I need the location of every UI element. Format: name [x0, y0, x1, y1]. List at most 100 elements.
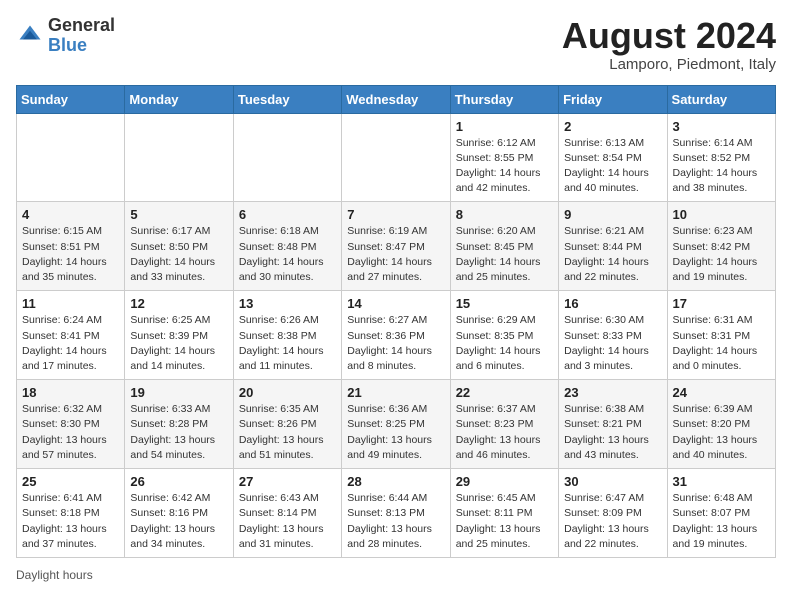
calendar-cell: 13Sunrise: 6:26 AM Sunset: 8:38 PM Dayli… [233, 291, 341, 380]
day-number: 26 [130, 474, 227, 489]
day-info: Sunrise: 6:20 AM Sunset: 8:45 PM Dayligh… [456, 224, 553, 285]
day-info: Sunrise: 6:44 AM Sunset: 8:13 PM Dayligh… [347, 491, 444, 552]
day-info: Sunrise: 6:42 AM Sunset: 8:16 PM Dayligh… [130, 491, 227, 552]
calendar-cell: 21 Sunrise: 6:36 AM Sunset: 8:25 PM Dayli… [342, 380, 450, 469]
day-info: Sunrise: 6:33 AM Sunset: 8:28 PM Dayligh… [130, 402, 227, 463]
day-number: 9 [564, 207, 661, 222]
calendar-cell: 24 Sunrise: 6:39 AM Sunset: 8:20 PM Dayli… [667, 380, 775, 469]
day-info: Sunrise: 6:25 AM Sunset: 8:39 PM Dayligh… [130, 313, 227, 374]
logo-icon [16, 22, 44, 50]
calendar-cell: 28 Sunrise: 6:44 AM Sunset: 8:13 PM Dayli… [342, 469, 450, 558]
calendar-day-header: Saturday [667, 85, 775, 113]
day-number: 16 [564, 296, 661, 311]
day-info: Sunrise: 6:38 AM Sunset: 8:21 PM Dayligh… [564, 402, 661, 463]
day-info: Sunrise: 6:12 AM Sunset: 8:55 PM Dayligh… [456, 136, 553, 197]
calendar-cell [17, 113, 125, 202]
day-number: 6 [239, 207, 336, 222]
calendar-cell: 22 Sunrise: 6:37 AM Sunset: 8:23 PM Dayli… [450, 380, 558, 469]
calendar-cell: 20 Sunrise: 6:35 AM Sunset: 8:26 PM Dayli… [233, 380, 341, 469]
calendar-cell: 10 Sunrise: 6:23 AM Sunset: 8:42 PM Dayli… [667, 202, 775, 291]
day-info: Sunrise: 6:32 AM Sunset: 8:30 PM Dayligh… [22, 402, 119, 463]
calendar-cell [233, 113, 341, 202]
logo-general: General [48, 16, 115, 36]
day-info: Sunrise: 6:19 AM Sunset: 8:47 PM Dayligh… [347, 224, 444, 285]
day-number: 23 [564, 385, 661, 400]
calendar-cell: 19Sunrise: 6:33 AM Sunset: 8:28 PM Dayli… [125, 380, 233, 469]
calendar-cell: 8 Sunrise: 6:20 AM Sunset: 8:45 PM Daylig… [450, 202, 558, 291]
day-info: Sunrise: 6:35 AM Sunset: 8:26 PM Dayligh… [239, 402, 336, 463]
day-info: Sunrise: 6:31 AM Sunset: 8:31 PM Dayligh… [673, 313, 770, 374]
day-number: 14 [347, 296, 444, 311]
calendar-header-row: SundayMondayTuesdayWednesdayThursdayFrid… [17, 85, 776, 113]
calendar-day-header: Sunday [17, 85, 125, 113]
calendar-day-header: Wednesday [342, 85, 450, 113]
calendar-week-row: 11Sunrise: 6:24 AM Sunset: 8:41 PM Dayli… [17, 291, 776, 380]
title-block: August 2024 Lamporo, Piedmont, Italy [562, 16, 776, 73]
calendar-cell: 17 Sunrise: 6:31 AM Sunset: 8:31 PM Dayli… [667, 291, 775, 380]
day-number: 30 [564, 474, 661, 489]
calendar-table: SundayMondayTuesdayWednesdayThursdayFrid… [16, 85, 776, 558]
day-number: 2 [564, 119, 661, 134]
day-number: 28 [347, 474, 444, 489]
day-number: 13 [239, 296, 336, 311]
month-year: August 2024 [562, 16, 776, 56]
day-number: 25 [22, 474, 119, 489]
calendar-cell: 3Sunrise: 6:14 AM Sunset: 8:52 PM Daylig… [667, 113, 775, 202]
day-number: 4 [22, 207, 119, 222]
day-number: 1 [456, 119, 553, 134]
day-info: Sunrise: 6:36 AM Sunset: 8:25 PM Dayligh… [347, 402, 444, 463]
calendar-day-header: Monday [125, 85, 233, 113]
day-info: Sunrise: 6:30 AM Sunset: 8:33 PM Dayligh… [564, 313, 661, 374]
calendar-cell: 16 Sunrise: 6:30 AM Sunset: 8:33 PM Dayli… [559, 291, 667, 380]
logo: General Blue [16, 16, 115, 56]
day-info: Sunrise: 6:21 AM Sunset: 8:44 PM Dayligh… [564, 224, 661, 285]
calendar-cell: 31Sunrise: 6:48 AM Sunset: 8:07 PM Dayli… [667, 469, 775, 558]
location: Lamporo, Piedmont, Italy [562, 56, 776, 73]
calendar-cell: 9 Sunrise: 6:21 AM Sunset: 8:44 PM Daylig… [559, 202, 667, 291]
day-number: 5 [130, 207, 227, 222]
day-number: 15 [456, 296, 553, 311]
calendar-cell: 4Sunrise: 6:15 AM Sunset: 8:51 PM Daylig… [17, 202, 125, 291]
day-info: Sunrise: 6:41 AM Sunset: 8:18 PM Dayligh… [22, 491, 119, 552]
day-number: 31 [673, 474, 770, 489]
calendar-cell: 29 Sunrise: 6:45 AM Sunset: 8:11 PM Dayli… [450, 469, 558, 558]
day-number: 29 [456, 474, 553, 489]
calendar-day-header: Tuesday [233, 85, 341, 113]
logo-blue: Blue [48, 36, 115, 56]
calendar-day-header: Thursday [450, 85, 558, 113]
calendar-cell [342, 113, 450, 202]
day-info: Sunrise: 6:45 AM Sunset: 8:11 PM Dayligh… [456, 491, 553, 552]
day-number: 21 [347, 385, 444, 400]
calendar-cell: 12Sunrise: 6:25 AM Sunset: 8:39 PM Dayli… [125, 291, 233, 380]
day-info: Sunrise: 6:47 AM Sunset: 8:09 PM Dayligh… [564, 491, 661, 552]
day-info: Sunrise: 6:27 AM Sunset: 8:36 PM Dayligh… [347, 313, 444, 374]
calendar-cell: 15 Sunrise: 6:29 AM Sunset: 8:35 PM Dayli… [450, 291, 558, 380]
calendar-cell: 14 Sunrise: 6:27 AM Sunset: 8:36 PM Dayli… [342, 291, 450, 380]
day-number: 7 [347, 207, 444, 222]
day-number: 8 [456, 207, 553, 222]
day-number: 24 [673, 385, 770, 400]
calendar-cell: 26 Sunrise: 6:42 AM Sunset: 8:16 PM Dayli… [125, 469, 233, 558]
calendar-week-row: 25 Sunrise: 6:41 AM Sunset: 8:18 PM Dayli… [17, 469, 776, 558]
day-number: 20 [239, 385, 336, 400]
calendar-cell: 25 Sunrise: 6:41 AM Sunset: 8:18 PM Dayli… [17, 469, 125, 558]
day-info: Sunrise: 6:39 AM Sunset: 8:20 PM Dayligh… [673, 402, 770, 463]
day-info: Sunrise: 6:14 AM Sunset: 8:52 PM Dayligh… [673, 136, 770, 197]
calendar-week-row: 18 Sunrise: 6:32 AM Sunset: 8:30 PM Dayli… [17, 380, 776, 469]
day-number: 18 [22, 385, 119, 400]
calendar-cell: 1 Sunrise: 6:12 AM Sunset: 8:55 PM Daylig… [450, 113, 558, 202]
calendar-cell: 5 Sunrise: 6:17 AM Sunset: 8:50 PM Daylig… [125, 202, 233, 291]
day-info: Sunrise: 6:37 AM Sunset: 8:23 PM Dayligh… [456, 402, 553, 463]
daylight-label: Daylight hours [16, 568, 93, 582]
day-number: 27 [239, 474, 336, 489]
day-info: Sunrise: 6:29 AM Sunset: 8:35 PM Dayligh… [456, 313, 553, 374]
logo-text: General Blue [48, 16, 115, 56]
calendar-cell: 6Sunrise: 6:18 AM Sunset: 8:48 PM Daylig… [233, 202, 341, 291]
calendar-cell: 23 Sunrise: 6:38 AM Sunset: 8:21 PM Dayli… [559, 380, 667, 469]
day-number: 10 [673, 207, 770, 222]
day-number: 17 [673, 296, 770, 311]
day-info: Sunrise: 6:23 AM Sunset: 8:42 PM Dayligh… [673, 224, 770, 285]
day-number: 22 [456, 385, 553, 400]
day-info: Sunrise: 6:17 AM Sunset: 8:50 PM Dayligh… [130, 224, 227, 285]
day-number: 11 [22, 296, 119, 311]
